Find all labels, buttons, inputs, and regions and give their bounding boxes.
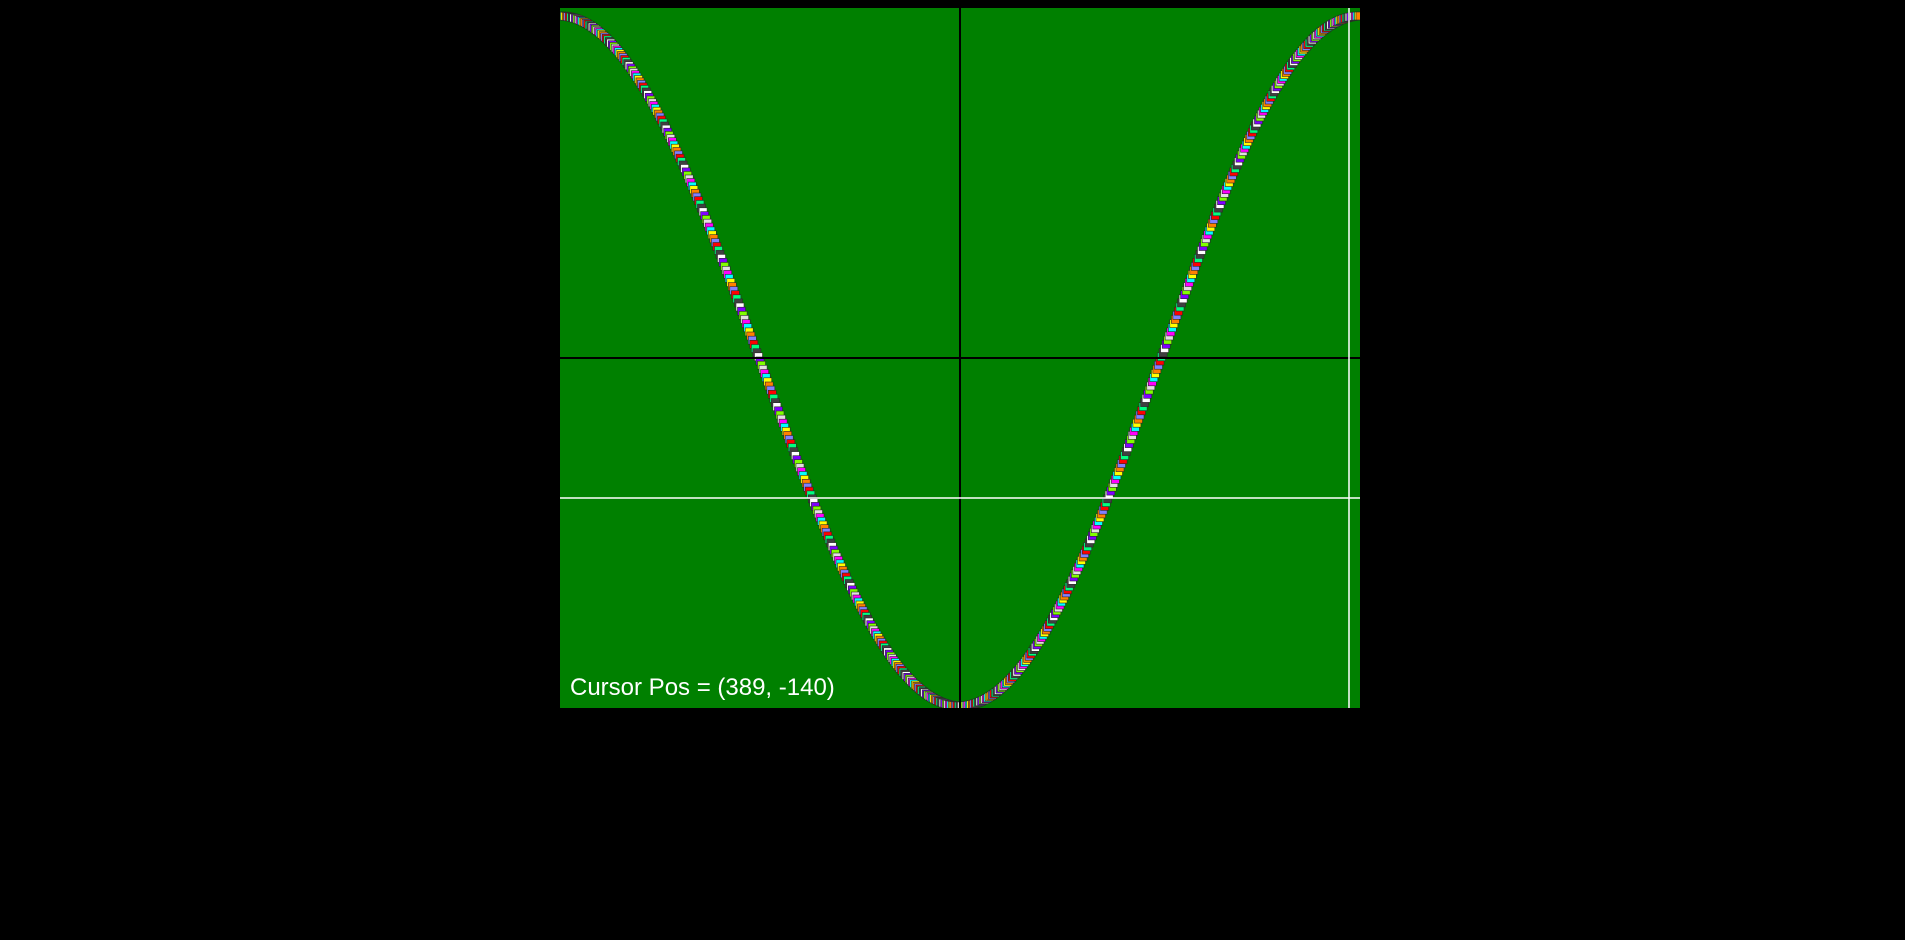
curve-marker (1355, 11, 1360, 21)
plot-canvas[interactable]: Cursor Pos = (389, -140) (560, 8, 1360, 708)
cursor-position-readout: Cursor Pos = (389, -140) (570, 674, 835, 701)
plot-area[interactable] (560, 8, 1360, 708)
